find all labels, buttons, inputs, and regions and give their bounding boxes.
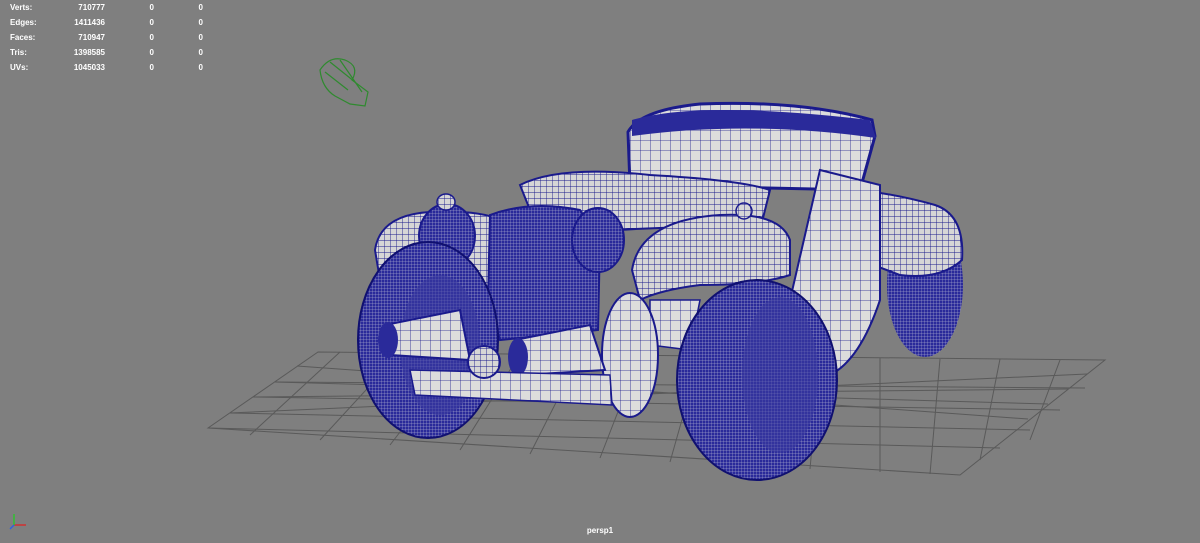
scene-view[interactable] — [0, 0, 1200, 543]
car-wireframe-model[interactable] — [357, 101, 964, 481]
camera-name-label: persp1 — [586, 526, 614, 535]
camera-gizmo-icon[interactable] — [319, 58, 369, 107]
viewport-persp[interactable]: Verts: 710777 0 0 Edges: 1411436 0 0 Fac… — [0, 0, 1200, 543]
